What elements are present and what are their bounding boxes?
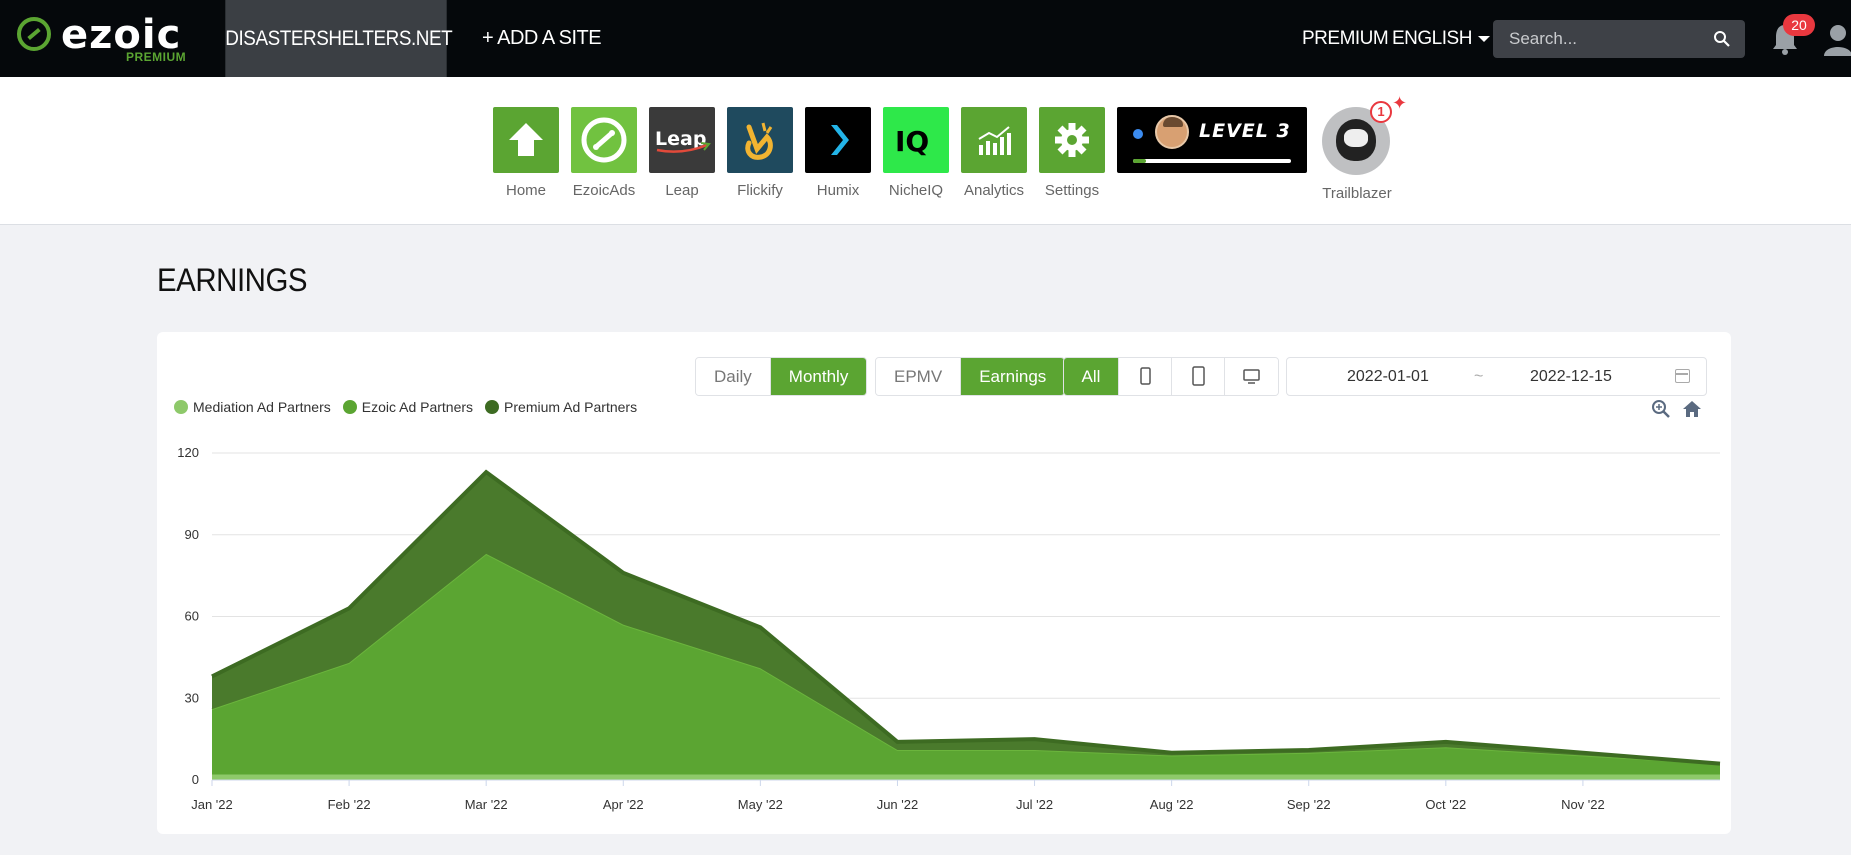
daily-button[interactable]: Daily: [696, 358, 771, 395]
y-tick-label: 30: [185, 690, 199, 705]
period-toggle: Daily Monthly: [695, 357, 868, 396]
level-label: LEVEL 3: [1199, 120, 1291, 142]
user-avatar-icon[interactable]: [1822, 22, 1851, 56]
metric-toggle: EPMV Earnings: [875, 357, 1066, 396]
site-selector-tab[interactable]: DISASTERSHELTERS.NET: [225, 0, 453, 77]
x-tick-label: Apr '22: [603, 797, 644, 812]
mobile-button[interactable]: [1119, 358, 1172, 395]
y-tick-label: 60: [185, 609, 199, 624]
ezoicads-icon: [571, 107, 637, 173]
app-settings[interactable]: Settings: [1039, 107, 1105, 199]
leap-icon: Leap: [649, 107, 715, 173]
home-icon: [493, 107, 559, 173]
avatar: [1155, 115, 1189, 149]
all-devices-button[interactable]: All: [1064, 358, 1119, 395]
mobile-icon: [1140, 367, 1151, 385]
app-analytics[interactable]: Analytics: [961, 107, 1027, 199]
tablet-icon: [1192, 366, 1205, 386]
level-progress-bar: [1133, 159, 1291, 163]
status-dot: [1133, 129, 1143, 139]
page-title: EARNINGS: [157, 262, 308, 298]
astronaut-icon: 1 ✦: [1322, 93, 1407, 175]
x-tick-label: Oct '22: [1425, 797, 1466, 812]
caret-down-icon: [1477, 35, 1490, 42]
monthly-button[interactable]: Monthly: [770, 358, 867, 395]
search-box[interactable]: [1493, 20, 1745, 58]
calendar-icon[interactable]: [1675, 369, 1690, 383]
x-tick-label: Jul '22: [1016, 797, 1053, 812]
legend-label: Premium Ad Partners: [504, 399, 638, 415]
trailblazer-label: Trailblazer: [1322, 185, 1392, 202]
language-dropdown[interactable]: ENGLISH: [1392, 0, 1490, 77]
app-nicheiq[interactable]: IQ NicheIQ: [883, 107, 949, 199]
premium-link[interactable]: PREMIUM: [1302, 0, 1389, 77]
reset-zoom-home-icon[interactable]: [1682, 399, 1702, 419]
flickify-icon: [727, 107, 793, 173]
nicheiq-icon: IQ: [883, 107, 949, 173]
level-progress-fill: [1133, 159, 1146, 163]
legend-item-mediation[interactable]: Mediation Ad Partners: [174, 399, 331, 415]
legend-label: Mediation Ad Partners: [193, 399, 331, 415]
trailblazer-count-badge: 1: [1370, 101, 1392, 123]
start-date[interactable]: 2022-01-01: [1347, 368, 1429, 386]
x-tick-label: Mar '22: [465, 797, 508, 812]
app-flickify[interactable]: Flickify: [727, 107, 793, 199]
desktop-button[interactable]: [1225, 358, 1278, 395]
language-label: ENGLISH: [1392, 28, 1472, 49]
logo-subtext: PREMIUM: [126, 50, 187, 64]
x-tick-label: Nov '22: [1561, 797, 1605, 812]
tablet-button[interactable]: [1172, 358, 1225, 395]
notification-count-badge: 20: [1783, 14, 1815, 36]
gear-icon: [1039, 107, 1105, 173]
ezoic-logo[interactable]: ezoic PREMIUM: [14, 12, 194, 64]
app-label: Settings: [1044, 182, 1100, 199]
app-home[interactable]: Home: [493, 107, 559, 199]
x-tick-label: Jan '22: [191, 797, 233, 812]
zoom-icon[interactable]: [1651, 399, 1671, 419]
app-ezoicads[interactable]: EzoicAds: [571, 107, 637, 199]
humix-icon: [805, 107, 871, 173]
date-separator: ~: [1474, 368, 1484, 385]
earnings-button[interactable]: Earnings: [961, 358, 1065, 395]
legend-item-premium[interactable]: Premium Ad Partners: [485, 399, 637, 415]
x-tick-label: Aug '22: [1150, 797, 1194, 812]
svg-text:IQ: IQ: [895, 125, 929, 158]
add-site-link[interactable]: + ADD A SITE: [482, 0, 602, 77]
ezoic-logo-icon: [17, 17, 51, 51]
date-range-picker[interactable]: 2022-01-01 ~ 2022-12-15: [1286, 357, 1707, 396]
app-leap[interactable]: Leap Leap: [649, 107, 715, 199]
search-input[interactable]: [1493, 20, 1703, 58]
chart-legend: Mediation Ad Partners Ezoic Ad Partners …: [174, 399, 649, 415]
legend-swatch: [174, 400, 188, 414]
y-tick-label: 90: [185, 527, 199, 542]
x-tick-label: Jun '22: [877, 797, 919, 812]
analytics-icon: [961, 107, 1027, 173]
x-tick-label: May '22: [738, 797, 783, 812]
search-icon[interactable]: [1713, 30, 1731, 48]
x-tick-label: Sep '22: [1287, 797, 1331, 812]
legend-swatch: [342, 400, 357, 414]
device-toggle: All: [1063, 357, 1279, 396]
earnings-area-chart: 0 30 60 90 120 Jan '22 Feb '22 Mar '22 Apr '22 Ma…: [177, 445, 1721, 812]
top-navbar: ezoic PREMIUM DISASTERSHELTERS.NET + ADD…: [0, 0, 1851, 77]
end-date[interactable]: 2022-12-15: [1530, 368, 1612, 386]
level-widget[interactable]: LEVEL 3: [1117, 107, 1307, 173]
legend-item-ezoic[interactable]: Ezoic Ad Partners: [342, 399, 474, 415]
trailblazer-badge[interactable]: 1 ✦ Trailblazer: [1322, 93, 1407, 202]
y-tick-label: 0: [192, 772, 199, 787]
apps-bar: Home EzoicAds Leap Leap Flickify Humix I…: [0, 77, 1851, 225]
epmv-button[interactable]: EPMV: [876, 358, 962, 395]
sparkle-icon: ✦: [1392, 93, 1408, 113]
legend-label: Ezoic Ad Partners: [361, 399, 474, 415]
x-tick-label: Feb '22: [328, 797, 371, 812]
y-tick-label: 120: [177, 445, 199, 460]
app-humix[interactable]: Humix: [805, 107, 871, 199]
legend-swatch: [485, 400, 500, 414]
desktop-icon: [1243, 369, 1260, 384]
